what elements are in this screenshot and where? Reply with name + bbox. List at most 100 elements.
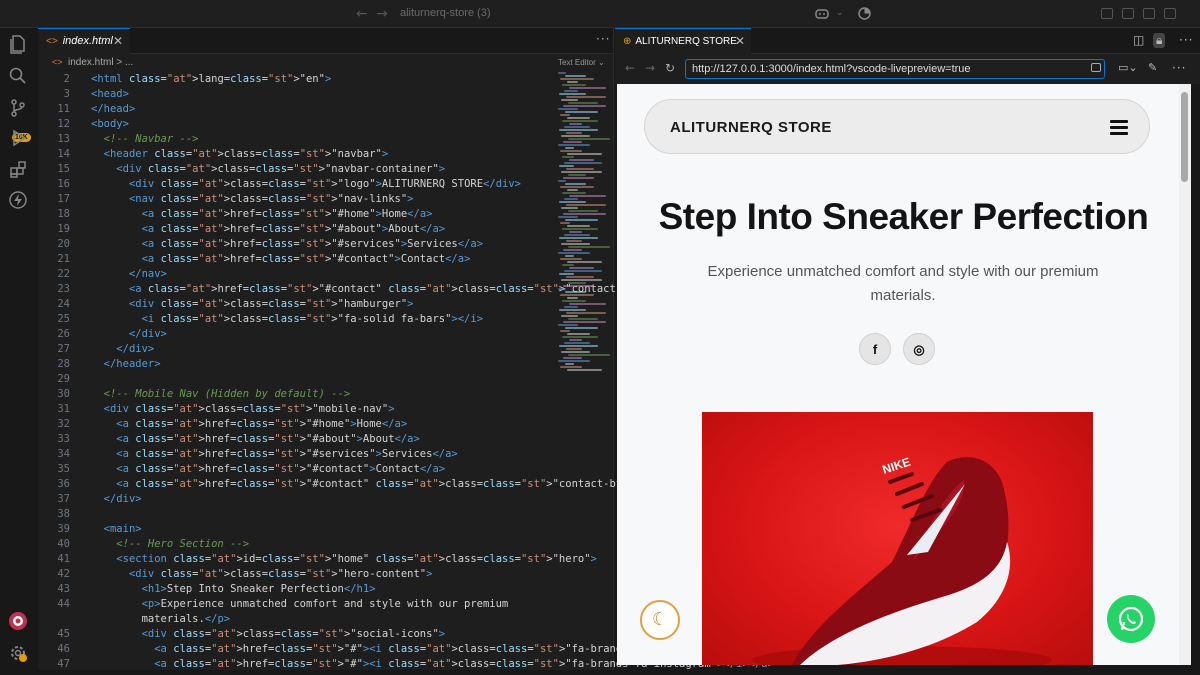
code-line[interactable]: 30 <!-- Mobile Nav (Hidden by default) -… [38, 387, 554, 402]
settings-gear-icon[interactable] [8, 643, 28, 663]
breadcrumb-rest[interactable]: > ... [116, 57, 133, 68]
minimap-line [559, 345, 598, 347]
code-line[interactable]: 13 <!-- Navbar --> [38, 132, 554, 147]
code-text: <a class="at">href=class="st">"#contact"… [116, 463, 446, 475]
devtools-icon[interactable]: ✎ [1148, 61, 1157, 74]
whatsapp-button[interactable] [1107, 595, 1155, 643]
site-logo[interactable]: ALITURNERQ STORE [670, 119, 832, 136]
preview-tab[interactable]: ⊕ ALITURNERQ STORE ✕ [615, 28, 751, 54]
preview-options-icon[interactable]: ▭⌄ [1118, 61, 1138, 74]
code-line[interactable]: 34 <a class="at">href=class="st">"#servi… [38, 447, 554, 462]
chevron-down-icon[interactable]: ⌄ [836, 8, 844, 18]
editor-tab-index-html[interactable]: <> index.html ✕ [38, 28, 130, 54]
more-actions-icon[interactable]: ··· [596, 32, 610, 46]
source-control-icon[interactable] [8, 98, 28, 118]
lock-group-icon[interactable]: 🔒︎ [1153, 33, 1166, 48]
code-line[interactable]: 26 </div> [38, 327, 554, 342]
code-line[interactable]: 37 </div> [38, 492, 554, 507]
code-line[interactable]: 42 <div class="at">class=class="st">"her… [38, 567, 554, 582]
close-preview-tab-icon[interactable]: ✕ [735, 34, 745, 48]
instagram-icon[interactable]: ◎ [903, 333, 935, 365]
address-more-icon[interactable]: ··· [1172, 61, 1186, 75]
code-line[interactable]: 28 </header> [38, 357, 554, 372]
open-external-icon[interactable] [1091, 63, 1101, 72]
code-line[interactable]: 12 <body> [38, 117, 554, 132]
reload-icon[interactable]: ↻ [665, 61, 675, 75]
minimap-line [564, 270, 602, 272]
code-line[interactable]: 40 <!-- Hero Section --> [38, 537, 554, 552]
back-arrow-icon[interactable]: ← [356, 6, 368, 22]
extensions-icon[interactable] [8, 160, 28, 180]
code-line[interactable]: 45 <div class="at">class=class="st">"soc… [38, 627, 554, 642]
code-line[interactable]: 11 </head> [38, 102, 554, 117]
code-area[interactable]: 2 <html class="at">lang=class="st">"en"> 3… [38, 72, 780, 672]
code-line[interactable]: 17 <nav class="at">class=class="st">"nav… [38, 192, 554, 207]
minimap-line [563, 249, 582, 251]
code-line[interactable]: 20 <a class="at">href=class="st">"#servi… [38, 237, 554, 252]
code-line[interactable]: 19 <a class="at">href=class="st">"#about… [38, 222, 554, 237]
accounts-pie-icon[interactable] [858, 7, 871, 20]
explorer-icon[interactable] [8, 34, 28, 54]
preview-more-actions-icon[interactable]: ··· [1179, 33, 1193, 47]
minimap-line [566, 312, 606, 314]
code-text: <head> [91, 88, 129, 100]
code-line[interactable]: materials.</p> [38, 612, 554, 627]
code-line[interactable]: 33 <a class="at">href=class="st">"#about… [38, 432, 554, 447]
url-input[interactable]: http://127.0.0.1:3000/index.html?vscode-… [685, 59, 1105, 79]
code-line[interactable]: 2 <html class="at">lang=class="st">"en"> [38, 72, 554, 87]
code-line[interactable]: 22 </nav> [38, 267, 554, 282]
code-line[interactable]: 21 <a class="at">href=class="st">"#conta… [38, 252, 554, 267]
split-editor-icon[interactable]: ◫ [1133, 33, 1144, 47]
code-line[interactable]: 35 <a class="at">href=class="st">"#conta… [38, 462, 554, 477]
preview-back-icon[interactable]: ← [625, 61, 635, 75]
code-line[interactable]: 24 <div class="at">class=class="st">"ham… [38, 297, 554, 312]
minimap-line [562, 156, 574, 158]
copilot-icon[interactable] [815, 7, 829, 21]
forward-arrow-icon[interactable]: → [376, 6, 388, 22]
minimap-line [558, 108, 578, 110]
lightning-icon[interactable] [8, 190, 28, 210]
line-number: 47 [57, 658, 70, 670]
command-center[interactable]: aliturnerq-store (3) [392, 4, 800, 24]
code-line[interactable]: 41 <section class="at">id=class="st">"ho… [38, 552, 597, 567]
customize-layout-icon[interactable] [1101, 8, 1113, 19]
code-line[interactable]: 47 <a class="at">href=class="st">"#"><i … [38, 657, 774, 672]
close-tab-icon[interactable]: ✕ [113, 34, 123, 48]
code-line[interactable]: 43 <h1>Step Into Sneaker Perfection</h1> [38, 582, 554, 597]
code-line[interactable]: 15 <div class="at">class=class="st">"nav… [38, 162, 554, 177]
minimap-line [561, 135, 590, 137]
code-line[interactable]: 38 [38, 507, 554, 522]
preview-scrollbar-thumb[interactable] [1181, 92, 1188, 182]
code-line[interactable]: 29 [38, 372, 554, 387]
facebook-icon[interactable]: f [859, 333, 891, 365]
code-text: <html class="at">lang=class="st">"en"> [91, 73, 332, 85]
code-line[interactable]: 27 </div> [38, 342, 554, 357]
code-line[interactable]: 44 <p>Experience unmatched comfort and s… [38, 597, 554, 612]
code-line[interactable]: 14 <header class="at">class=class="st">"… [38, 147, 554, 162]
code-line[interactable]: 23 <a class="at">href=class="st">"#conta… [38, 282, 742, 297]
minimap[interactable] [556, 72, 610, 372]
code-line[interactable]: 46 <a class="at">href=class="st">"#"><i … [38, 642, 780, 657]
search-icon[interactable] [8, 66, 28, 86]
code-line[interactable]: 31 <div class="at">class=class="st">"mob… [38, 402, 554, 417]
preview-forward-icon[interactable]: → [645, 61, 655, 75]
theme-toggle-button[interactable]: ☾ [640, 600, 680, 640]
toggle-panel-icon[interactable] [1143, 8, 1155, 19]
code-line[interactable]: 39 <main> [38, 522, 554, 537]
code-line[interactable]: 25 <i class="at">class=class="st">"fa-so… [38, 312, 554, 327]
minimap-line [559, 237, 598, 239]
hamburger-menu-icon[interactable] [1110, 120, 1128, 135]
account-avatar-icon[interactable] [8, 611, 28, 631]
code-line[interactable]: 18 <a class="at">href=class="st">"#home"… [38, 207, 554, 222]
toggle-primary-sidebar-icon[interactable] [1122, 8, 1134, 19]
preview-viewport[interactable]: ALITURNERQ STORE Step Into Sneaker Perfe… [617, 84, 1190, 665]
line-number: 40 [57, 538, 70, 550]
code-line[interactable]: 16 <div class="at">class=class="st">"log… [38, 177, 554, 192]
run-debug-icon[interactable] [8, 128, 28, 148]
code-line[interactable]: 32 <a class="at">href=class="st">"#home"… [38, 417, 554, 432]
toggle-secondary-sidebar-icon[interactable] [1164, 8, 1176, 19]
minimap-line [569, 123, 582, 125]
code-line[interactable]: 36 <a class="at">href=class="st">"#conta… [38, 477, 774, 492]
breadcrumb-file[interactable]: index.html [68, 57, 114, 68]
code-line[interactable]: 3 <head> [38, 87, 554, 102]
